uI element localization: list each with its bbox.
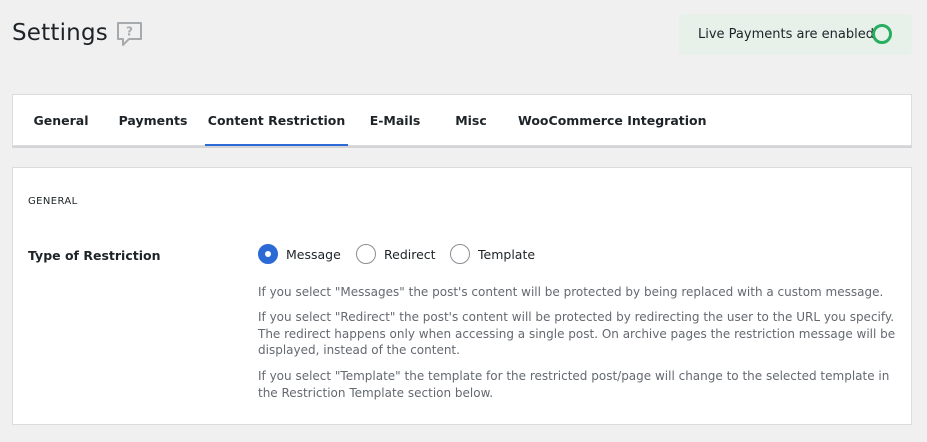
radio-template-label: Template [478,246,536,262]
radio-message-label: Message [286,246,341,262]
tab-general[interactable]: General [26,95,96,146]
restriction-type-label: Type of Restriction [28,248,161,263]
svg-text:?: ? [126,25,133,39]
tab-e-mails[interactable]: E-Mails [365,95,425,146]
radio-template[interactable]: Template [450,243,535,265]
description-redirect: If you select "Redirect" the post's cont… [258,310,896,357]
radio-message[interactable]: Message [258,243,341,265]
radio-template-circle[interactable] [450,244,470,264]
settings-tabs: General Payments Content Restriction E-M… [12,94,912,146]
live-payments-text: Live Payments are enabled [698,27,874,42]
content-restriction-card: GENERAL Type of Restriction Message Redi… [12,167,912,425]
description-message: If you select "Messages" the post's cont… [258,285,884,299]
settings-page: Settings ? Live Payments are enabled Gen… [0,0,927,442]
section-title: GENERAL [28,196,78,207]
tab-misc[interactable]: Misc [449,95,493,146]
radio-redirect-circle[interactable] [356,244,376,264]
radio-message-circle[interactable] [258,244,278,264]
radio-redirect[interactable]: Redirect [356,243,436,265]
page-title: Settings [12,20,108,46]
live-payments-status: Live Payments are enabled [679,14,912,55]
live-indicator-icon [872,24,892,44]
tab-woocommerce-integration[interactable]: WooCommerce Integration [518,95,707,146]
tab-payments[interactable]: Payments [113,95,193,146]
radio-redirect-label: Redirect [384,246,436,262]
description-template: If you select "Template" the template fo… [258,369,890,400]
help-question-icon[interactable]: ? [116,21,143,47]
tab-content-restriction[interactable]: Content Restriction [205,95,348,146]
